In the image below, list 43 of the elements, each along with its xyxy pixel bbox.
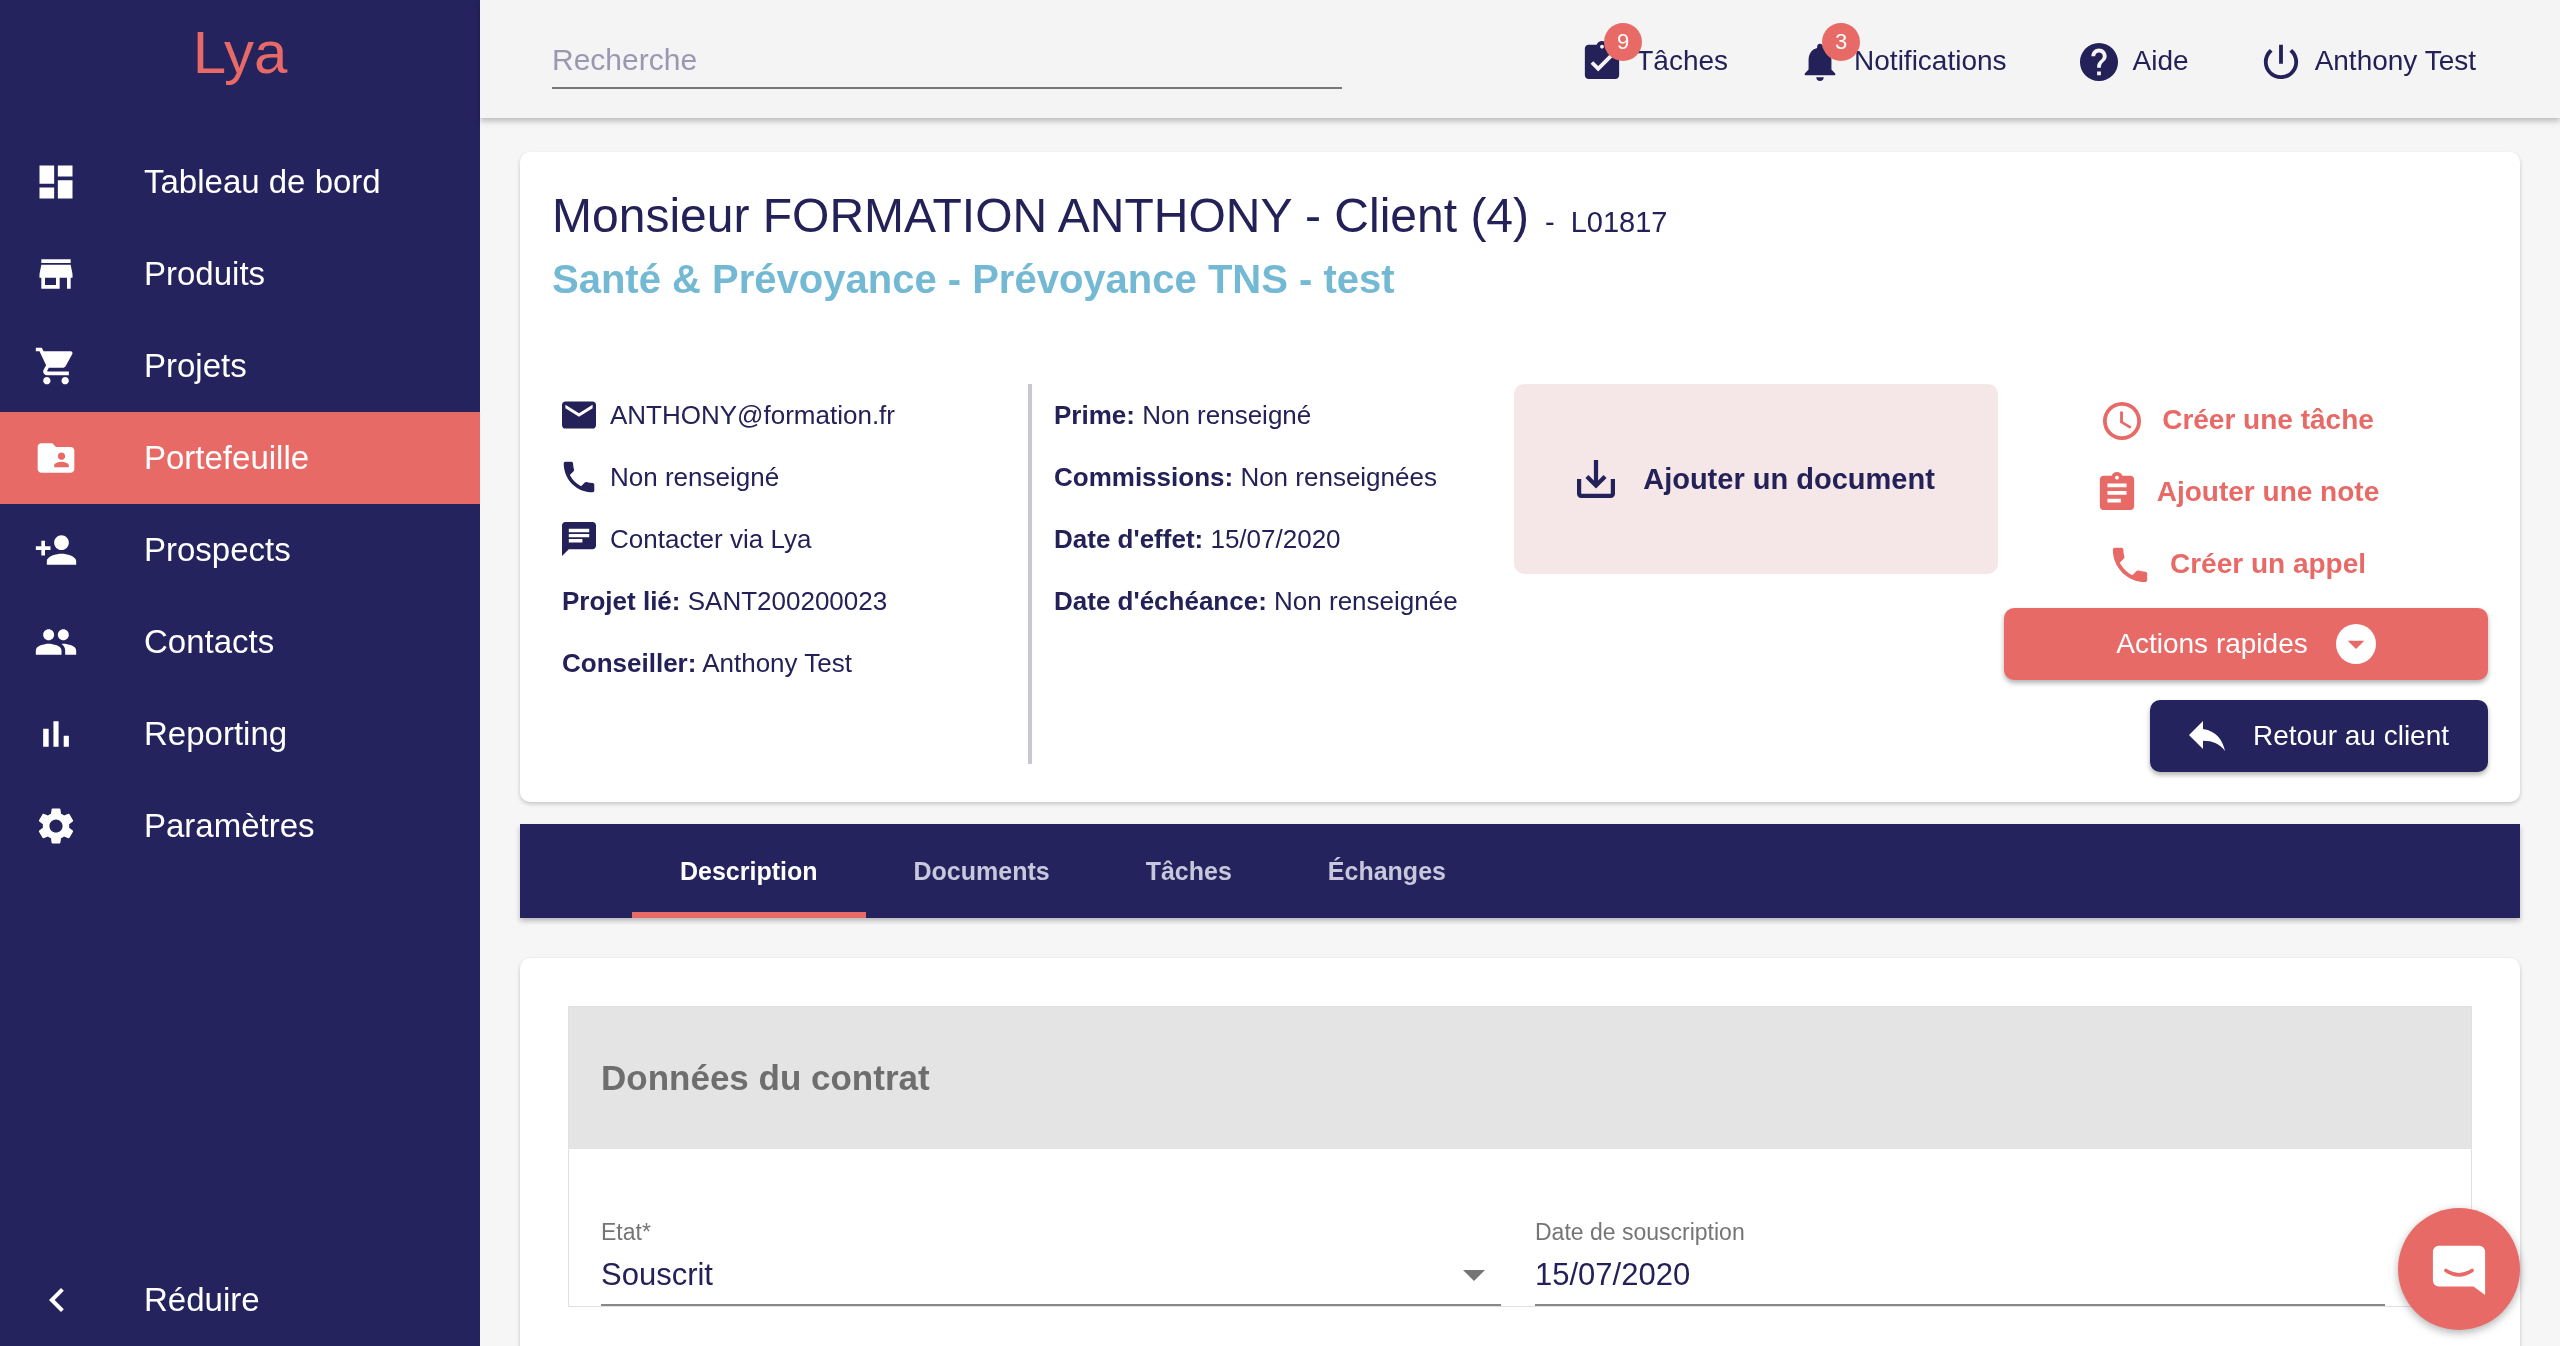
date-field[interactable]: Date de souscription 15/07/2020 [1535, 1219, 2385, 1306]
contact-info: Projet lié: SANT200200023 [562, 585, 888, 617]
sidebar-item[interactable]: Paramètres [0, 780, 480, 872]
sidebar-item[interactable]: Projets [0, 320, 480, 412]
sidebar-item[interactable]: Reporting [0, 688, 480, 780]
tab[interactable]: Documents [865, 824, 1098, 918]
contact-info: ANTHONY@formation.fr [610, 399, 895, 431]
contact-info: Conseiller: Anthony Test [562, 647, 852, 679]
collapse-button[interactable]: Réduire [0, 1254, 480, 1346]
dropdown-icon [2335, 624, 2376, 664]
mail-icon [562, 398, 596, 432]
section-title: Données du contrat [601, 1058, 930, 1098]
phone-icon [562, 460, 596, 494]
tab[interactable]: Tâches [1097, 824, 1280, 918]
contact-info: Contacter via Lya [610, 523, 812, 555]
caret-icon [1463, 1269, 1485, 1281]
top-bar-link[interactable]: Anthony Test [2260, 19, 2480, 81]
chat-icon [562, 522, 596, 556]
select-field[interactable]: Etat* Souscrit [601, 1219, 1501, 1306]
contract-detail: Prime: Non renseigné [1054, 399, 1312, 431]
page-title: Monsieur FORMATION ANTHONY - Client (4) [552, 188, 1530, 243]
top-bar-link[interactable]: Aide [2078, 19, 2193, 81]
clock-icon [2102, 400, 2143, 440]
reference-number: L01817 [1570, 206, 1668, 239]
download-icon [1577, 460, 1616, 498]
back-to-client-button[interactable]: Retour au client [2150, 700, 2488, 772]
contract-detail: Date d'échéance: Non renseignée [1054, 585, 1458, 617]
search-field[interactable]: Recherche [552, 33, 1342, 89]
tab[interactable]: Échanges [1279, 824, 1494, 918]
logo: Lya [192, 18, 288, 88]
contract-detail: Commissions: Non renseignées [1054, 461, 1437, 493]
sidebar-item[interactable]: Prospects [0, 504, 480, 596]
contract-subtitle: Santé & Prévoyance - Prévoyance TNS - test [552, 257, 1396, 302]
contract-detail: Date d'effet: 15/07/2020 [1054, 523, 1341, 555]
help-icon [2078, 41, 2119, 81]
sidebar-item[interactable]: Contacts [0, 596, 480, 688]
separator-text: - [1545, 206, 1555, 239]
sidebar-item[interactable]: Tableau de bord [0, 136, 480, 228]
reply-icon [2188, 721, 2225, 751]
upload-document-button[interactable]: Ajouter un document [1514, 384, 1998, 574]
contact-info: Non renseigné [610, 461, 780, 493]
tab[interactable]: Description [632, 824, 866, 918]
sidebar-item[interactable]: Produits [0, 228, 480, 320]
